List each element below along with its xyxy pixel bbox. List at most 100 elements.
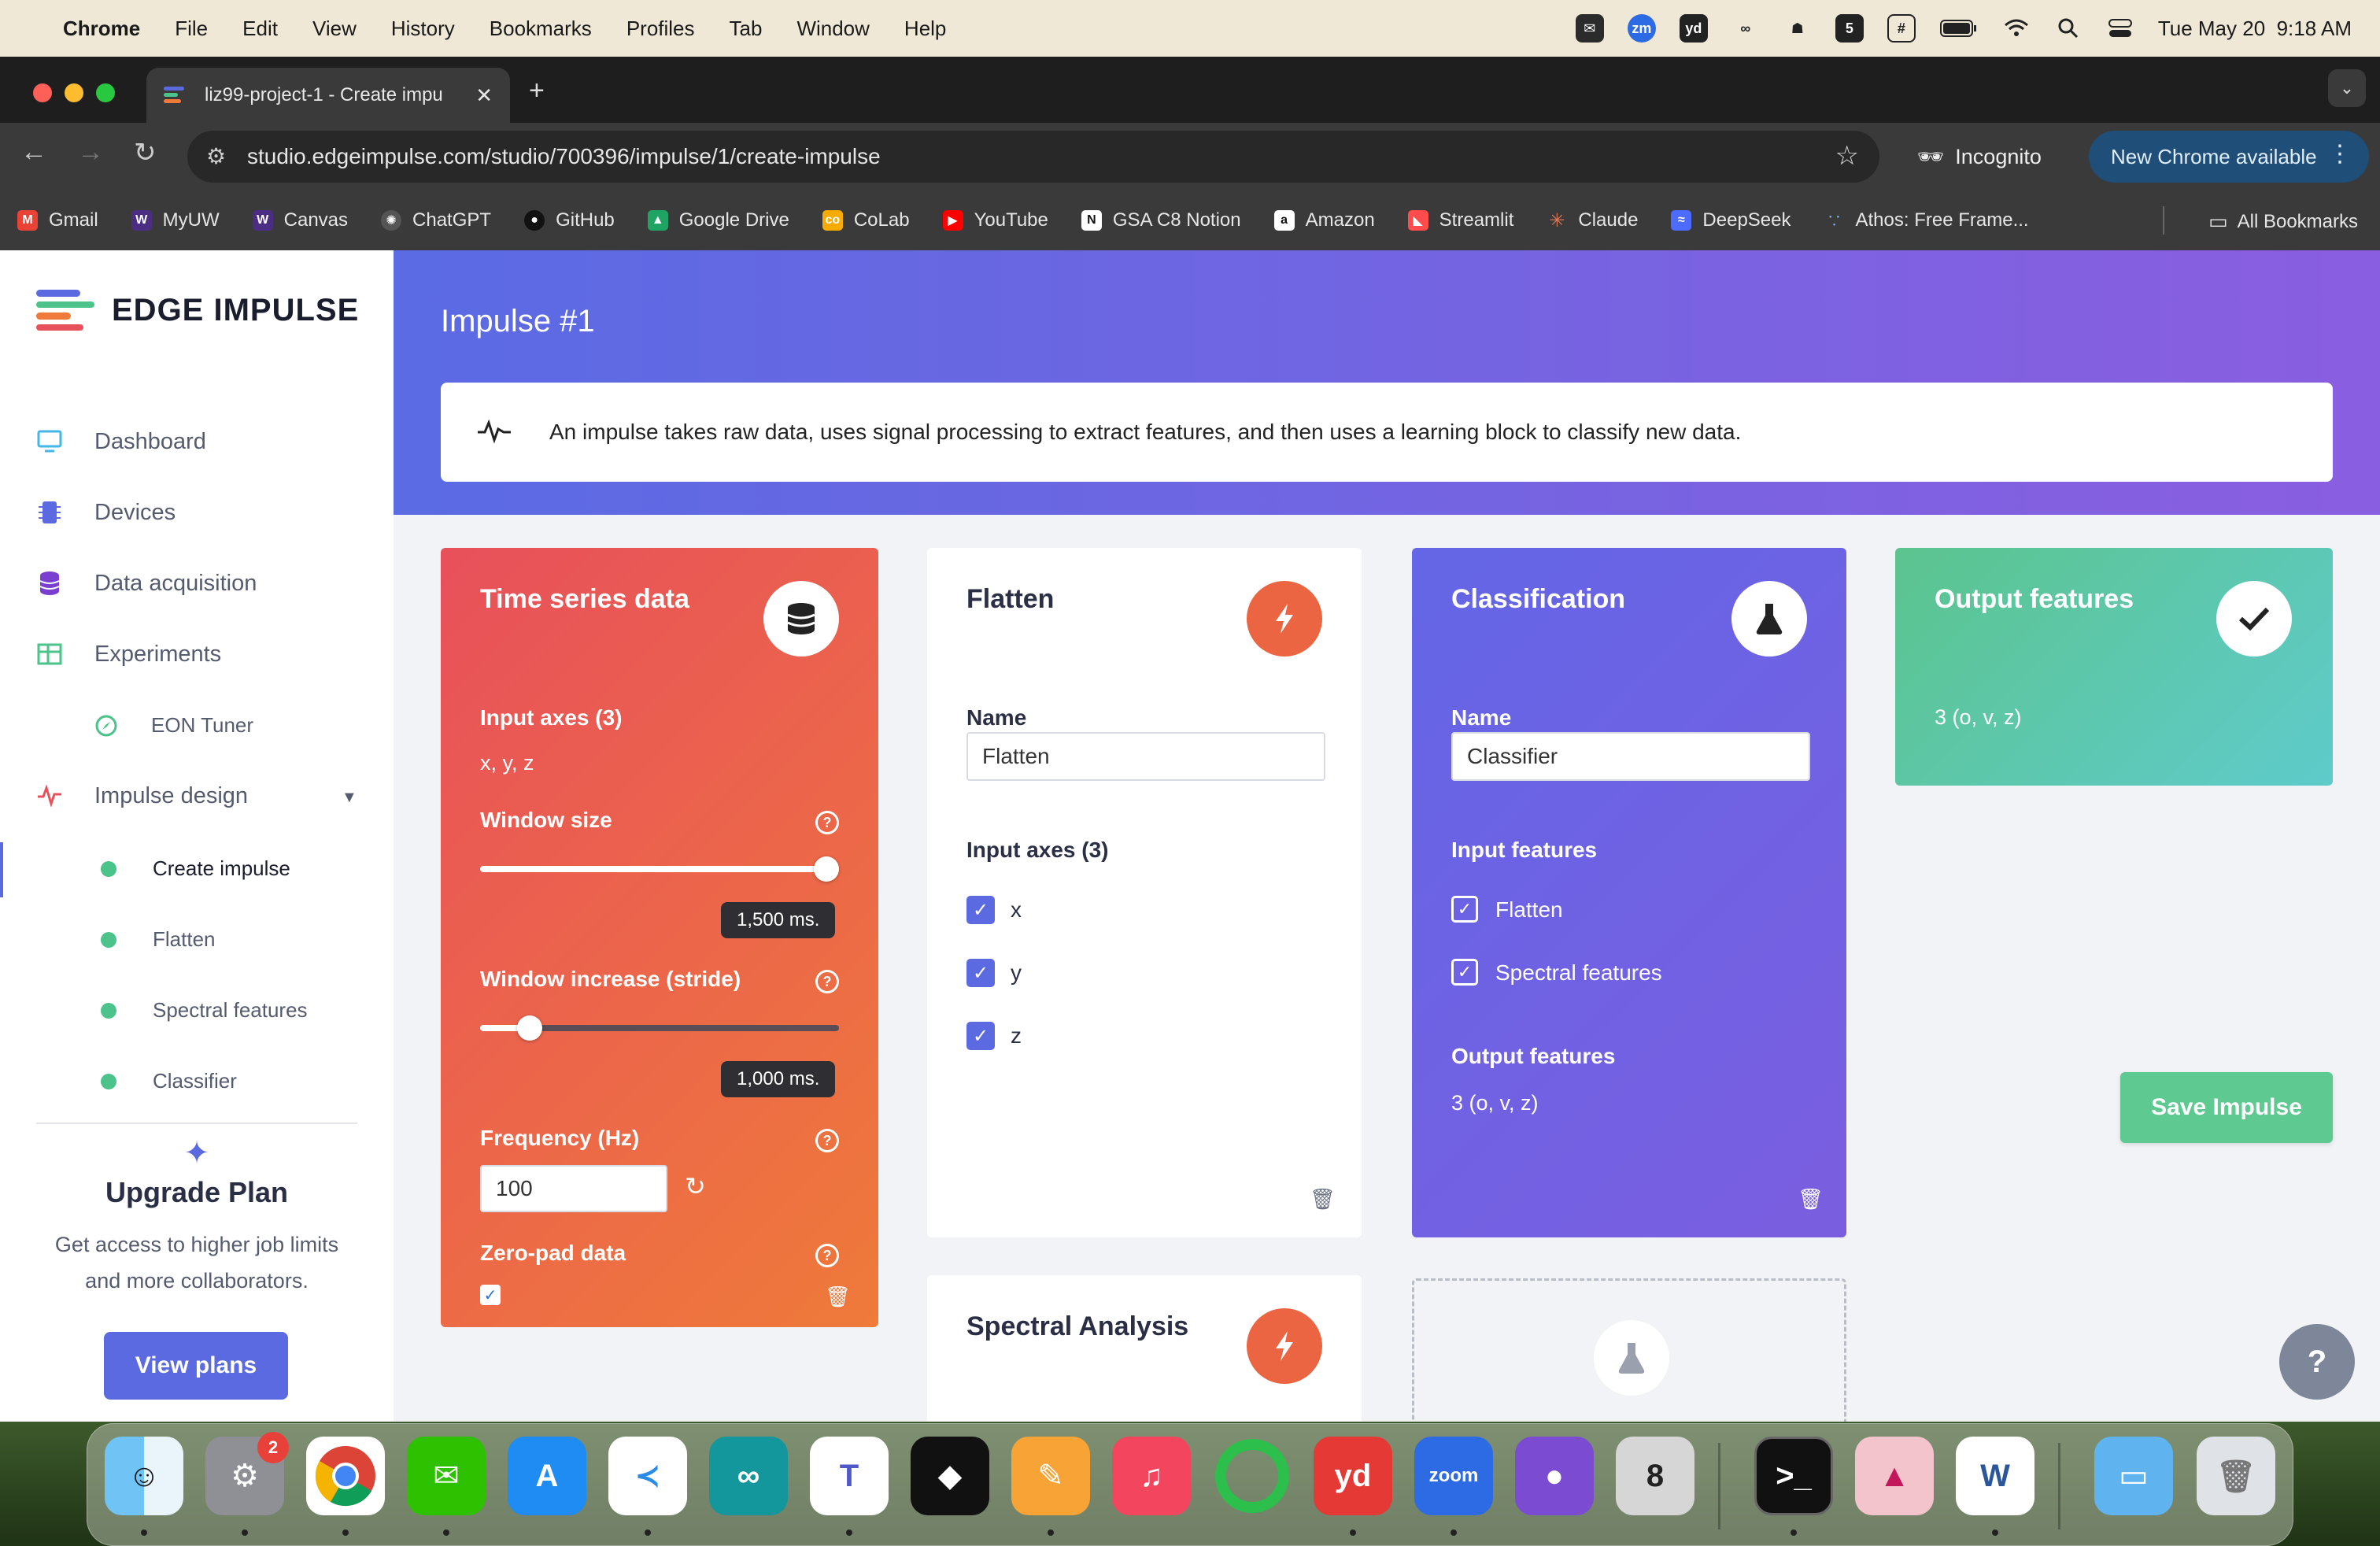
bookmark-streamlit[interactable]: ◣ Streamlit <box>1407 209 1513 231</box>
help-icon[interactable]: ? <box>2279 1324 2355 1400</box>
feature-flatten-checkbox[interactable]: ✓ <box>1451 896 1478 923</box>
menu-tab[interactable]: Tab <box>730 17 763 41</box>
github-desktop-icon[interactable]: ● <box>1515 1437 1594 1515</box>
menu-history[interactable]: History <box>391 17 455 41</box>
bookmark-deepseek[interactable]: ≈ DeepSeek <box>1671 209 1791 231</box>
finder-icon[interactable]: ☺ <box>105 1437 183 1515</box>
edge-impulse-logo[interactable]: EDGE IMPULSE <box>36 290 359 331</box>
control-center-icon[interactable] <box>2106 14 2134 43</box>
menu-file[interactable]: File <box>175 17 208 41</box>
address-bar[interactable]: ⚙ studio.edgeimpulse.com/studio/700396/i… <box>187 131 1879 183</box>
sidebar-item-classifier[interactable]: Classifier <box>101 1069 237 1093</box>
close-window-button[interactable] <box>33 83 52 102</box>
wechat-icon[interactable]: ✉ <box>1575 14 1604 43</box>
chrome-icon[interactable] <box>306 1437 385 1515</box>
folder-icon[interactable]: ▭ <box>2094 1437 2173 1515</box>
menubar-clock[interactable]: Tue May 20 9:18 AM <box>2158 17 2352 41</box>
music-icon[interactable]: ♫ <box>1112 1437 1191 1515</box>
more-menu-icon[interactable]: ⋮ <box>2328 140 2352 168</box>
back-icon[interactable]: ← <box>20 137 47 168</box>
tab-search-icon[interactable]: ⌄ <box>2328 69 2366 107</box>
window-increase-slider-handle[interactable] <box>516 1015 542 1041</box>
reload-icon[interactable]: ↻ <box>134 137 157 168</box>
bookmark-github[interactable]: ● GitHub <box>524 209 615 231</box>
rhino-icon[interactable]: 8 <box>1616 1437 1694 1515</box>
bookmark-colab[interactable]: co CoLab <box>822 209 910 231</box>
pages-icon[interactable]: ✎ <box>1011 1437 1090 1515</box>
battery-icon[interactable] <box>1939 14 1979 43</box>
all-bookmarks-button[interactable]: ▭ All Bookmarks <box>2208 209 2358 234</box>
help-icon[interactable]: ? <box>815 970 839 993</box>
bookmark-claude[interactable]: ✳ Claude <box>1547 209 1638 231</box>
minimize-window-button[interactable] <box>65 83 83 102</box>
sidebar-item-devices[interactable]: Devices <box>36 499 176 526</box>
save-impulse-button[interactable]: Save Impulse <box>2120 1072 2333 1143</box>
view-plans-button[interactable]: View plans <box>104 1332 288 1400</box>
bookmark-gmail[interactable]: M Gmail <box>17 209 98 231</box>
help-icon[interactable]: ? <box>815 811 839 834</box>
zoom-icon[interactable]: zoom <box>1414 1437 1493 1515</box>
axis-z-checkbox[interactable]: ✓ <box>966 1022 995 1050</box>
menu-profiles[interactable]: Profiles <box>626 17 695 41</box>
system-settings-icon[interactable]: ⚙ 2 <box>205 1432 289 1515</box>
bookmark-amazon[interactable]: a Amazon <box>1273 209 1375 231</box>
feature-spectral-checkbox[interactable]: ✓ <box>1451 959 1478 986</box>
sidebar-item-impulse-design[interactable]: Impulse design ▼ <box>36 782 357 809</box>
menu-window[interactable]: Window <box>796 17 869 41</box>
bookmark-myuw[interactable]: W MyUW <box>131 209 220 231</box>
terminal-icon[interactable]: >_ <box>1754 1437 1833 1515</box>
trash-icon[interactable]: 🗑 <box>1798 1187 1824 1211</box>
menu-bookmarks[interactable]: Bookmarks <box>490 17 592 41</box>
axis-x-checkbox[interactable]: ✓ <box>966 896 995 924</box>
menu-view[interactable]: View <box>312 17 357 41</box>
trash-icon[interactable]: 🗑 <box>2197 1437 2275 1515</box>
menu-help[interactable]: Help <box>904 17 946 41</box>
tab-active[interactable]: liz99-project-1 - Create impu ✕ <box>146 68 510 123</box>
add-learning-block-slot[interactable] <box>1412 1278 1846 1422</box>
refresh-icon[interactable]: ↻ <box>685 1171 706 1201</box>
incognito-indicator[interactable]: 🕶 Incognito <box>1917 131 2042 183</box>
five-icon[interactable]: 5 <box>1835 14 1864 43</box>
flatten-name-input[interactable] <box>966 732 1325 781</box>
forward-icon[interactable]: → <box>77 137 104 168</box>
bookmark-star-icon[interactable]: ☆ <box>1835 140 1859 172</box>
sidebar-item-eon-tuner[interactable]: EON Tuner <box>94 713 253 738</box>
close-tab-icon[interactable]: ✕ <box>475 83 493 108</box>
chevron-down-icon[interactable]: ▼ <box>342 789 357 807</box>
teams-icon[interactable]: ☗ <box>1783 14 1812 43</box>
creative-cloud-icon[interactable]: ∞ <box>1731 14 1760 43</box>
bookmark-google-drive[interactable]: ▲ Google Drive <box>647 209 789 231</box>
arduino-icon[interactable]: ∞ <box>709 1437 788 1515</box>
spotlight-icon[interactable] <box>2054 14 2082 43</box>
sidebar-item-spectral-features[interactable]: Spectral features <box>101 998 308 1023</box>
sidebar-item-data-acquisition[interactable]: Data acquisition <box>36 570 257 597</box>
youdao-icon[interactable]: yd <box>1314 1437 1392 1515</box>
site-settings-icon[interactable]: ⚙ <box>206 143 226 169</box>
bookmark-athos[interactable]: ⸪ Athos: Free Frame... <box>1824 209 2029 231</box>
word-icon[interactable]: W <box>1956 1437 2034 1515</box>
window-size-slider-handle[interactable] <box>814 856 839 882</box>
bookmark-canvas[interactable]: W Canvas <box>252 209 348 231</box>
window-increase-slider[interactable] <box>480 1015 839 1041</box>
menu-app-name[interactable]: Chrome <box>63 17 140 41</box>
app-store-icon[interactable]: A <box>508 1437 586 1515</box>
affinity-icon[interactable]: ▲ <box>1855 1437 1934 1515</box>
frequency-input[interactable] <box>480 1165 667 1212</box>
input-method-icon[interactable]: # <box>1887 14 1916 43</box>
new-chrome-available-button[interactable]: New Chrome available ⋮ <box>2089 131 2369 183</box>
bookmark-youtube[interactable]: ▶ YouTube <box>942 209 1048 231</box>
zero-pad-checkbox[interactable]: ✓ <box>480 1285 501 1305</box>
vscode-icon[interactable]: ≺ <box>608 1437 687 1515</box>
trash-icon[interactable]: 🗑 <box>1310 1187 1336 1211</box>
youdao-icon[interactable]: yd <box>1679 14 1708 43</box>
bookmark-chatgpt[interactable]: ✺ ChatGPT <box>381 209 491 231</box>
teams-icon[interactable]: T <box>810 1437 889 1515</box>
sidebar-item-dashboard[interactable]: Dashboard <box>36 428 206 455</box>
axis-y-checkbox[interactable]: ✓ <box>966 959 995 987</box>
wifi-icon[interactable] <box>2002 14 2031 43</box>
cube-icon[interactable]: ◆ <box>911 1437 989 1515</box>
wechat-icon[interactable]: ✉ <box>407 1437 486 1515</box>
help-icon[interactable]: ? <box>815 1244 839 1267</box>
window-size-slider[interactable] <box>480 856 839 882</box>
menu-edit[interactable]: Edit <box>242 17 278 41</box>
